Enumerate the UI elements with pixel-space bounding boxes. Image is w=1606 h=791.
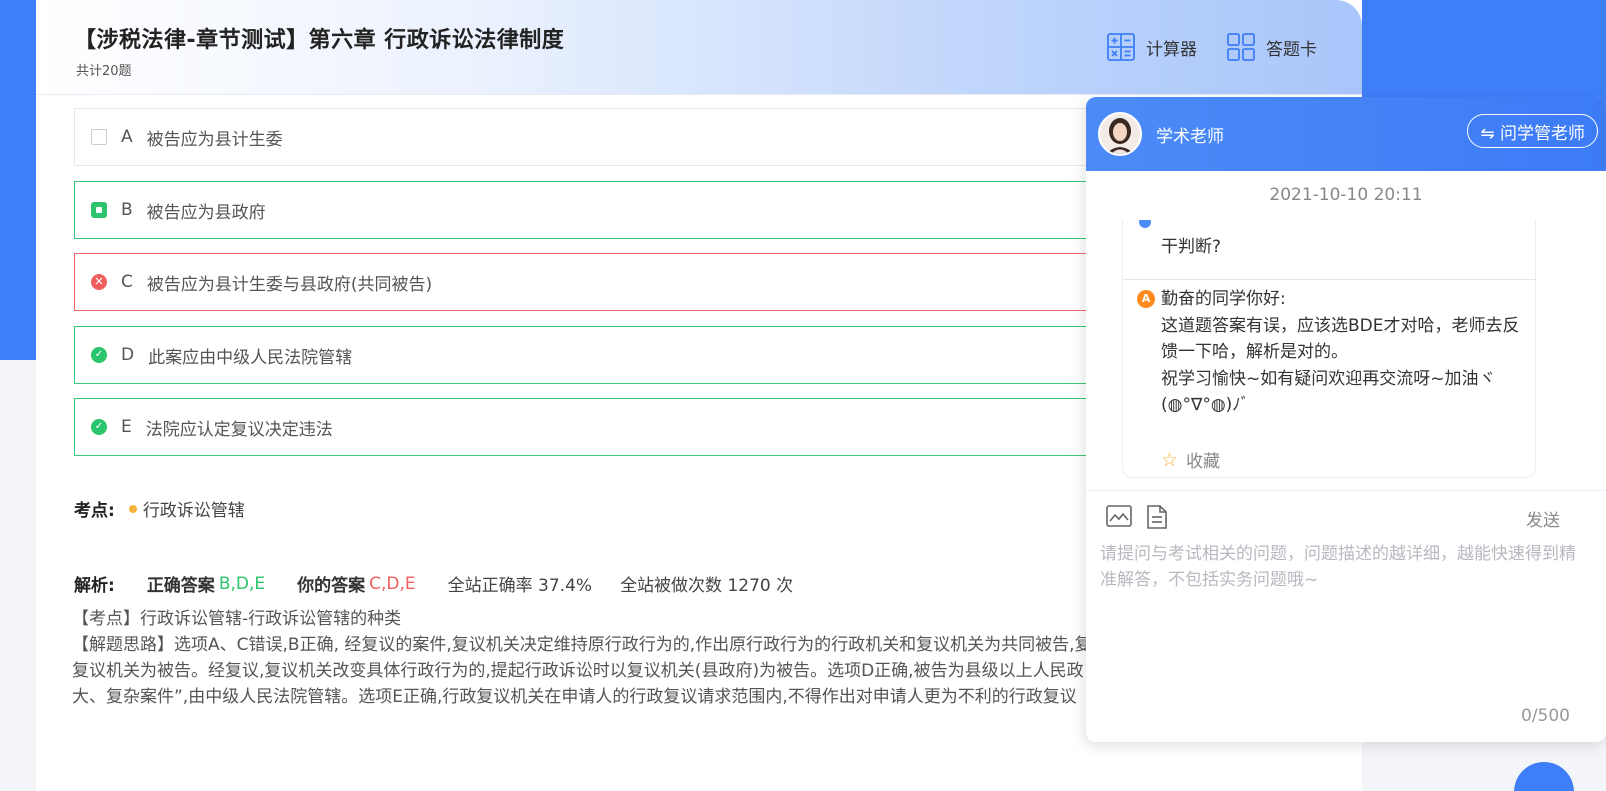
option-text: 法院应认定复议决定违法 xyxy=(145,419,333,440)
question-message-line: 干判断? xyxy=(1161,237,1222,257)
correct-answer-value: B,D,E xyxy=(218,573,266,594)
question-count: 共计20题 xyxy=(76,64,132,79)
attempt-count: 全站被做次数 1270 次 xyxy=(620,576,794,596)
chat-messages[interactable]: 干判断? A 勤奋的同学你好: 这道题答案有误，应该选BDE才对哈，老师去反馈一… xyxy=(1122,220,1536,478)
answer-line: 勤奋的同学你好: xyxy=(1161,289,1286,309)
favorite-button[interactable]: ☆ 收藏 xyxy=(1161,447,1221,473)
floating-action-button[interactable] xyxy=(1514,762,1574,791)
question-message-tail: 干判断? xyxy=(1161,220,1521,260)
analysis-line: 【解题思路】选项A、C错误,B正确, 经复议的案件,复议机关决定维持原行政行为的… xyxy=(72,635,1092,655)
option-letter: D xyxy=(121,345,135,365)
option-c[interactable]: ✕ C 被告应为县计生委与县政府(共同被告) xyxy=(74,253,1134,311)
question-input[interactable]: 请提问与考试相关的问题，问题描述的越详细，越能快速得到精准解答，不包括实务问题哦… xyxy=(1100,541,1580,593)
answer-line: 这道题答案有误，应该选BDE才对哈，老师去反馈一下哈，解析是对的。 xyxy=(1161,315,1520,363)
option-letter: B xyxy=(121,200,133,220)
answer-icon: A xyxy=(1137,290,1155,308)
checkbox-empty-icon xyxy=(91,129,107,145)
answer-line: 祝学习愉快~如有疑问欢迎再交流呀~加油ヾ(◍°∇°◍)ﾉﾞ xyxy=(1161,368,1496,416)
option-letter: E xyxy=(121,417,132,437)
chat-timestamp: 2021-10-10 20:11 xyxy=(1269,185,1423,205)
check-icon: ✓ xyxy=(91,419,107,435)
page-header: 【涉税法律-章节测试】第六章 行政诉讼法律制度 共计20题 计算器 答题卡 xyxy=(36,0,1362,95)
input-divider xyxy=(1086,490,1606,491)
option-b[interactable]: B 被告应为县政府 xyxy=(74,181,1134,239)
background-blue-left xyxy=(0,0,40,360)
favorite-label: 收藏 xyxy=(1186,452,1221,472)
teacher-chat-panel: 学术老师 ⇋ 问学管老师 2021-10-10 20:11 干判断? A 勤奋的… xyxy=(1086,97,1606,742)
document-icon[interactable] xyxy=(1146,505,1168,533)
star-icon: ☆ xyxy=(1161,448,1179,471)
input-toolbar xyxy=(1106,505,1168,533)
option-letter: C xyxy=(121,272,133,292)
analysis-text: 【考点】行政诉讼管辖-行政诉讼管辖的种类 【解题思路】选项A、C错误,B正确, … xyxy=(72,606,1122,710)
check-icon: ✓ xyxy=(91,347,107,363)
grid-icon xyxy=(1226,32,1256,62)
teacher-name: 学术老师 xyxy=(1156,126,1224,147)
correct-answer-label: 正确答案 xyxy=(146,576,215,596)
key-point-dot xyxy=(128,504,137,513)
option-text: 被告应为县计生委 xyxy=(146,129,283,150)
analysis-line: 【考点】行政诉讼管辖-行政诉讼管辖的种类 xyxy=(72,609,402,629)
answer-message: 勤奋的同学你好: 这道题答案有误，应该选BDE才对哈，老师去反馈一下哈，解析是对… xyxy=(1161,286,1531,419)
char-counter: 0/500 xyxy=(1521,706,1570,726)
chat-header: 学术老师 ⇋ 问学管老师 xyxy=(1086,97,1606,171)
answer-card-label: 答题卡 xyxy=(1266,39,1317,60)
analysis-line: 复议机关为被告。经复议,复议机关改变具体行政行为的,提起行政诉讼时以复议机关(县… xyxy=(72,661,1084,681)
ask-manager-button[interactable]: ⇋ 问学管老师 xyxy=(1467,114,1598,148)
send-button[interactable]: 发送 xyxy=(1526,506,1560,531)
key-point-value: 行政诉讼管辖 xyxy=(142,501,245,521)
analysis-line: 大、复杂案件”,由中级人民法院管辖。选项E正确,行政复议机关在申请人的行政复议请… xyxy=(72,687,1077,707)
image-icon[interactable] xyxy=(1106,505,1132,533)
message-divider xyxy=(1123,279,1535,280)
option-text: 被告应为县计生委与县政府(共同被告) xyxy=(146,274,433,295)
page-title: 【涉税法律-章节测试】第六章 行政诉讼法律制度 xyxy=(74,28,565,53)
wrong-icon: ✕ xyxy=(91,274,107,290)
key-point-label: 考点: xyxy=(74,501,115,521)
option-text: 此案应由中级人民法院管辖 xyxy=(148,347,353,368)
your-answer-label: 你的答案 xyxy=(297,576,366,596)
calculator-button[interactable]: 计算器 xyxy=(1106,32,1197,62)
calculator-label: 计算器 xyxy=(1146,39,1197,60)
accuracy-rate: 全站正确率 37.4% xyxy=(447,576,593,596)
analysis-label: 解析: xyxy=(74,576,115,596)
key-point: 考点: 行政诉讼管辖 xyxy=(74,496,245,521)
calculator-icon xyxy=(1106,32,1136,62)
option-letter: A xyxy=(121,127,133,147)
question-icon xyxy=(1139,220,1151,228)
option-text: 被告应为县政府 xyxy=(146,202,266,223)
avatar xyxy=(1098,112,1142,156)
option-a[interactable]: A 被告应为县计生委 xyxy=(74,108,1134,166)
your-answer-value: C,D,E xyxy=(369,573,416,594)
correct-unchosen-icon xyxy=(91,202,107,218)
analysis-summary: 解析: 正确答案 B,D,E 你的答案 C,D,E 全站正确率 37.4% 全站… xyxy=(74,571,821,597)
answer-card-button[interactable]: 答题卡 xyxy=(1226,32,1317,62)
option-e[interactable]: ✓ E 法院应认定复议决定违法 xyxy=(74,398,1134,456)
option-d[interactable]: ✓ D 此案应由中级人民法院管辖 xyxy=(74,326,1134,384)
